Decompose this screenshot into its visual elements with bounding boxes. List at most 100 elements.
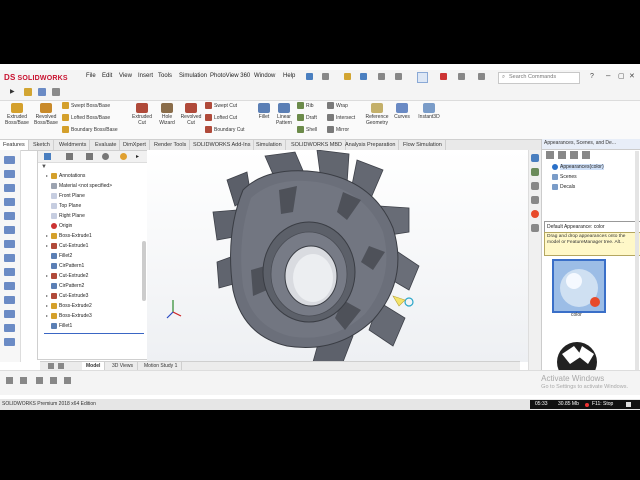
intersect-button[interactable]: Intersect — [327, 114, 355, 121]
open-icon[interactable] — [344, 73, 351, 80]
status-icon[interactable] — [20, 377, 27, 384]
view-icon[interactable] — [24, 88, 32, 96]
first-tab-icon[interactable] — [48, 363, 54, 369]
tab-flow-simulation[interactable]: Flow Simulation — [400, 140, 446, 150]
lofted-boss-button[interactable]: Lofted Boss/Base — [62, 114, 110, 121]
rotate-icon[interactable] — [4, 184, 15, 192]
revolved-cut-button[interactable]: Revolved Cut — [178, 103, 204, 126]
tab-simulation[interactable]: Simulation — [253, 140, 286, 150]
file-properties-icon[interactable] — [458, 73, 465, 80]
filter-icon[interactable]: ▼ — [41, 164, 47, 170]
linear-pattern-button[interactable]: Linear Pattern — [273, 103, 295, 126]
property-manager-icon[interactable] — [66, 153, 73, 160]
tree-item-top-plane[interactable]: Top Plane — [46, 202, 81, 212]
instant3d-button[interactable]: Instant3D — [414, 103, 444, 120]
tab-sketch[interactable]: Sketch — [30, 140, 54, 150]
rib-button[interactable]: Rib — [297, 102, 314, 109]
tab-features[interactable]: Features — [0, 140, 29, 150]
tree-item-cut-extrude2[interactable]: ▸ Cut-Extrude2 — [46, 272, 88, 282]
forward-icon[interactable] — [558, 151, 566, 159]
search-commands-input[interactable]: ⌕ Search Commands — [498, 72, 580, 84]
new-document-icon[interactable] — [322, 73, 329, 80]
section-view-icon[interactable] — [4, 212, 15, 220]
status-icon[interactable] — [6, 377, 13, 384]
menu-photoview[interactable]: PhotoView 360 — [210, 73, 250, 79]
display-style-icon[interactable] — [4, 226, 15, 234]
tab-evaluate[interactable]: Evaluate — [92, 140, 121, 150]
dimxpert-manager-icon[interactable] — [102, 153, 109, 160]
rebuild-icon[interactable] — [440, 73, 447, 80]
reference-geometry-button[interactable]: Reference Geometry — [362, 103, 392, 126]
minimize-icon[interactable]: – — [606, 71, 610, 80]
menu-insert[interactable]: Insert — [138, 73, 153, 79]
tree-item-boss-extrude3[interactable]: ▸ Boss-Extrude3 — [46, 312, 92, 322]
restore-icon[interactable]: ▢ — [618, 72, 625, 80]
tab-solidworks-add-ins[interactable]: SOLIDWORKS Add-Ins — [190, 140, 255, 150]
menu-view[interactable]: View — [119, 73, 132, 79]
menu-edit[interactable]: Edit — [102, 73, 112, 79]
help-icon[interactable]: ? — [590, 73, 594, 80]
lofted-cut-button[interactable]: Lofted Cut — [205, 114, 237, 121]
extruded-boss-button[interactable]: Extruded Boss/Base — [4, 103, 30, 126]
status-icon[interactable] — [50, 377, 57, 384]
draft-button[interactable]: Draft — [297, 114, 317, 121]
tree-item-annotations[interactable]: ▸ Annotations — [46, 172, 85, 182]
tree-item-cut-extrude1[interactable]: ▸ Cut-Extrude1 — [46, 242, 88, 252]
hide-show-icon[interactable] — [4, 240, 15, 248]
tab-dimxpert[interactable]: DimXpert — [120, 140, 150, 150]
swept-boss-button[interactable]: Swept Boss/Base — [62, 102, 110, 109]
boundary-boss-button[interactable]: Boundary Boss/Base — [62, 126, 118, 133]
view-settings-icon[interactable] — [4, 282, 15, 290]
close-icon[interactable]: ✕ — [629, 72, 635, 80]
graphics-area[interactable] — [147, 150, 528, 362]
stop-icon[interactable] — [626, 402, 631, 407]
fillet-button[interactable]: Fillet — [254, 103, 274, 120]
tree-item-right-plane[interactable]: Right Plane — [46, 212, 85, 222]
pin-icon[interactable] — [306, 73, 313, 80]
undo-icon[interactable] — [395, 73, 402, 80]
back-icon[interactable] — [546, 151, 554, 159]
swept-cut-button[interactable]: Swept Cut — [205, 102, 237, 109]
status-icon[interactable] — [36, 377, 43, 384]
extruded-cut-button[interactable]: Extruded Cut — [128, 103, 156, 126]
configuration-manager-icon[interactable] — [86, 153, 93, 160]
prev-tab-icon[interactable] — [58, 363, 64, 369]
save-icon[interactable] — [38, 88, 46, 96]
measure-icon[interactable] — [4, 296, 15, 304]
tree-scrollbar[interactable] — [142, 241, 146, 301]
tree-item-decals[interactable]: Decals — [552, 183, 575, 193]
save-icon[interactable] — [360, 73, 367, 80]
tab-weldments[interactable]: Weldments — [56, 140, 91, 150]
mass-properties-icon[interactable] — [4, 310, 15, 318]
pan-icon[interactable] — [4, 198, 15, 206]
custom-properties-icon[interactable] — [531, 224, 539, 232]
tab-solidworks-mbd[interactable]: SOLIDWORKS MBD — [288, 140, 347, 150]
appearances-icon[interactable] — [531, 210, 539, 218]
tree-item-fillet1[interactable]: Fillet1 — [46, 322, 72, 332]
menu-tools[interactable]: Tools — [158, 73, 172, 79]
menu-window[interactable]: Window — [254, 73, 275, 79]
scene-icon[interactable] — [4, 268, 15, 276]
wrap-button[interactable]: Wrap — [327, 102, 348, 109]
solidworks-resources-icon[interactable] — [531, 154, 539, 162]
tab-analysis-preparation[interactable]: Analysis Preparation — [342, 140, 400, 150]
color-appearance-swatch[interactable] — [552, 259, 606, 313]
pattern-appearance-swatch[interactable] — [552, 332, 602, 374]
tree-item-fillet2[interactable]: Fillet2 — [46, 252, 72, 262]
options-gear-icon[interactable] — [478, 73, 485, 80]
expand-panel-icon[interactable]: ▸ — [136, 153, 139, 160]
display-manager-icon[interactable] — [120, 153, 127, 160]
tree-item-boss-extrude1[interactable]: ▸ Boss-Extrude1 — [46, 232, 92, 242]
curves-button[interactable]: Curves — [392, 103, 412, 120]
menu-file[interactable]: File — [86, 73, 96, 79]
revolved-boss-button[interactable]: Revolved Boss/Base — [33, 103, 59, 126]
tree-item-appearances[interactable]: Appearances(color) — [552, 163, 604, 173]
feature-manager-icon[interactable] — [44, 153, 51, 160]
expand-arrow-icon[interactable]: ▶ — [10, 88, 15, 95]
tree-item-front-plane[interactable]: Front Plane — [46, 192, 85, 202]
sketch-icon[interactable] — [4, 338, 15, 346]
smart-dimension-icon[interactable] — [4, 324, 15, 332]
tree-item-origin[interactable]: Origin — [46, 222, 72, 232]
tree-item-scenes[interactable]: Scenes — [552, 173, 577, 183]
home-icon[interactable] — [570, 151, 578, 159]
